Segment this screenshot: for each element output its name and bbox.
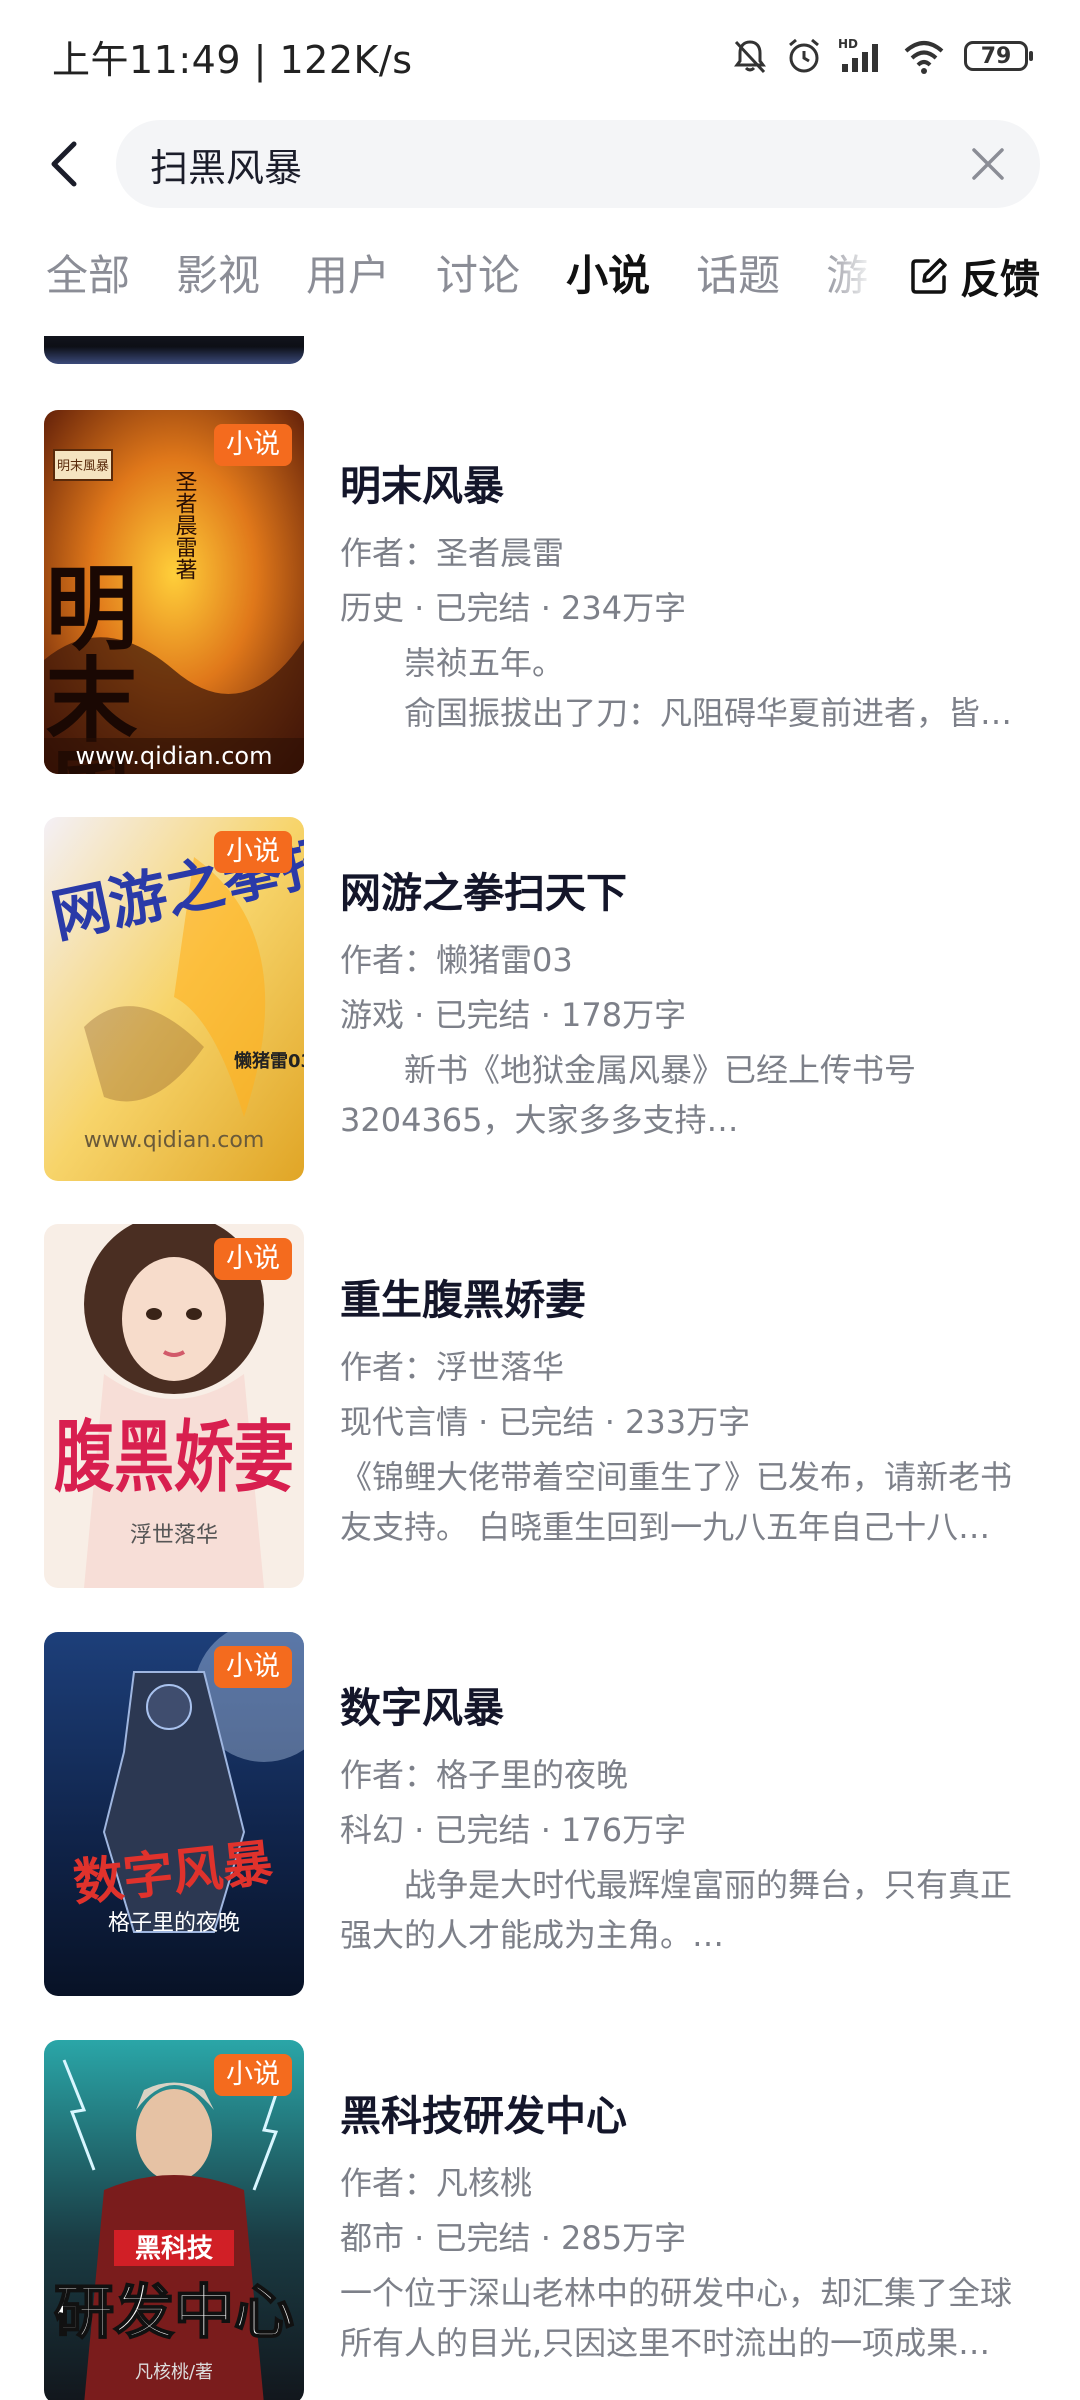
book-item[interactable]: 明末風暴 圣者晨雷著 明末風暴 www.qidian.com 小说 明末风暴 作… <box>0 410 1080 774</box>
tab-topics[interactable]: 话题 <box>696 236 780 316</box>
tab-film[interactable]: 影视 <box>176 236 260 316</box>
cover-author: 格子里的夜晚 <box>108 1911 240 1936</box>
feedback-button[interactable]: 反馈 <box>898 236 1040 316</box>
book-meta: 游戏 · 已完结 · 178万字 <box>340 996 687 1034</box>
book-cover[interactable]: 腹黑娇妻 浮世落华 小说 <box>44 1224 304 1588</box>
book-meta: 都市 · 已完结 · 285万字 <box>340 2219 687 2257</box>
status-bar: 上午11:49 | 122K/s HD 79 <box>0 0 1080 112</box>
book-description: 《锦鲤大佬带着空间重生了》已发布，请新老书友支持。 白晓重生回到一九八五年自己十… <box>340 1458 1013 1546</box>
book-item[interactable]: 网游之拳扫天下 懒猪雷03 www.qidian.com 小说 网游之拳扫天下 … <box>0 817 1080 1181</box>
tab-novel[interactable]: 小说 <box>566 236 650 316</box>
svg-text:HD: HD <box>838 37 858 51</box>
search-input[interactable] <box>150 142 930 186</box>
partial-book-cover[interactable] <box>44 336 304 364</box>
search-row <box>0 118 1080 210</box>
clear-search-button[interactable] <box>964 140 1012 188</box>
category-tabs: 全部 影视 用户 讨论 小说 话题 游 反馈 <box>0 236 1080 316</box>
book-cover[interactable]: 网游之拳扫天下 懒猪雷03 www.qidian.com 小说 <box>44 817 304 1181</box>
battery-icon: 79 <box>964 41 1033 71</box>
book-title[interactable]: 数字风暴 <box>340 1674 504 1734</box>
book-cover[interactable]: 明末風暴 圣者晨雷著 明末風暴 www.qidian.com 小说 <box>44 410 304 774</box>
close-icon <box>972 148 1004 180</box>
book-cover[interactable]: 黑科技 研发中心 凡核桃/著 小说 <box>44 2040 304 2400</box>
book-author: 作者：浮世落华 <box>340 1348 565 1386</box>
cover-author: 懒猪雷03 <box>234 1050 304 1072</box>
hd-signal-icon: HD <box>838 36 888 76</box>
status-icons: HD 79 <box>730 36 1033 76</box>
book-item[interactable]: 数字风暴 格子里的夜晚 小说 数字风暴 作者：格子里的夜晚 科幻 · 已完结 ·… <box>0 1632 1080 1996</box>
novel-tag: 小说 <box>214 2054 292 2096</box>
cover-author: 浮世落华 <box>130 1523 218 1548</box>
feedback-label: 反馈 <box>960 257 1040 303</box>
book-author: 作者：懒猪雷03 <box>340 941 573 979</box>
book-author: 作者：格子里的夜晚 <box>340 1756 629 1794</box>
wifi-icon <box>902 36 946 76</box>
tabs-fade <box>820 236 900 316</box>
cover-title-small: 明末風暴 <box>57 459 109 474</box>
cover-author: 圣者晨雷著 <box>172 470 198 580</box>
results-list: 明末風暴 圣者晨雷著 明末風暴 www.qidian.com 小说 明末风暴 作… <box>0 336 1080 2400</box>
tab-strip: 全部 影视 用户 讨论 小说 话题 游 <box>46 236 876 316</box>
book-meta: 科幻 · 已完结 · 176万字 <box>340 1811 687 1849</box>
cover-site: www.qidian.com <box>84 1128 265 1153</box>
cover-badge: 黑科技 <box>135 2234 213 2264</box>
mute-bell-icon <box>730 36 770 76</box>
novel-tag: 小说 <box>214 1238 292 1280</box>
tab-all[interactable]: 全部 <box>46 236 130 316</box>
novel-tag: 小说 <box>214 1646 292 1688</box>
status-time-speed: 上午11:49 | 122K/s <box>52 37 413 82</box>
book-item[interactable]: 腹黑娇妻 浮世落华 小说 重生腹黑娇妻 作者：浮世落华 现代言情 · 已完结 ·… <box>0 1224 1080 1588</box>
book-description: 一个位于深山老林中的研发中心，却汇集了全球所有人的目光,只因这里不时流出的一项成… <box>340 2274 1013 2362</box>
book-title[interactable]: 重生腹黑娇妻 <box>340 1266 586 1326</box>
search-box[interactable] <box>116 120 1040 208</box>
book-author: 作者：凡核桃 <box>340 2164 533 2202</box>
cover-author: 凡核桃/著 <box>135 2362 213 2383</box>
book-title[interactable]: 黑科技研发中心 <box>340 2082 627 2142</box>
book-cover[interactable]: 数字风暴 格子里的夜晚 小说 <box>44 1632 304 1996</box>
alarm-icon <box>784 36 824 76</box>
edit-icon <box>911 258 947 294</box>
cover-title: 腹黑娇妻 <box>54 1412 294 1503</box>
tab-users[interactable]: 用户 <box>306 236 390 316</box>
book-meta: 现代言情 · 已完结 · 233万字 <box>340 1403 751 1441</box>
book-description: 战争是大时代最辉煌富丽的舞台，只有真正强大的人才能成为主角。… <box>340 1866 1013 1954</box>
book-title[interactable]: 明末风暴 <box>340 452 504 512</box>
novel-tag: 小说 <box>214 424 292 466</box>
back-button[interactable] <box>36 134 96 194</box>
book-description: 崇祯五年。 俞国振拔出了刀：凡阻碍华夏前进者，皆… <box>404 644 1013 732</box>
book-meta: 历史 · 已完结 · 234万字 <box>340 589 687 627</box>
cover-site: www.qidian.com <box>76 742 273 770</box>
book-item[interactable]: 黑科技 研发中心 凡核桃/著 小说 黑科技研发中心 作者：凡核桃 都市 · 已完… <box>0 2040 1080 2400</box>
cover-title: 研发中心 <box>54 2278 294 2346</box>
book-author: 作者：圣者晨雷 <box>340 534 565 572</box>
novel-tag: 小说 <box>214 831 292 873</box>
tab-discussion[interactable]: 讨论 <box>436 236 520 316</box>
book-description: 新书《地狱金属风暴》已经上传书号3204365，大家多多支持… <box>340 1051 917 1139</box>
back-arrow-icon <box>51 141 77 187</box>
book-title[interactable]: 网游之拳扫天下 <box>340 859 627 919</box>
